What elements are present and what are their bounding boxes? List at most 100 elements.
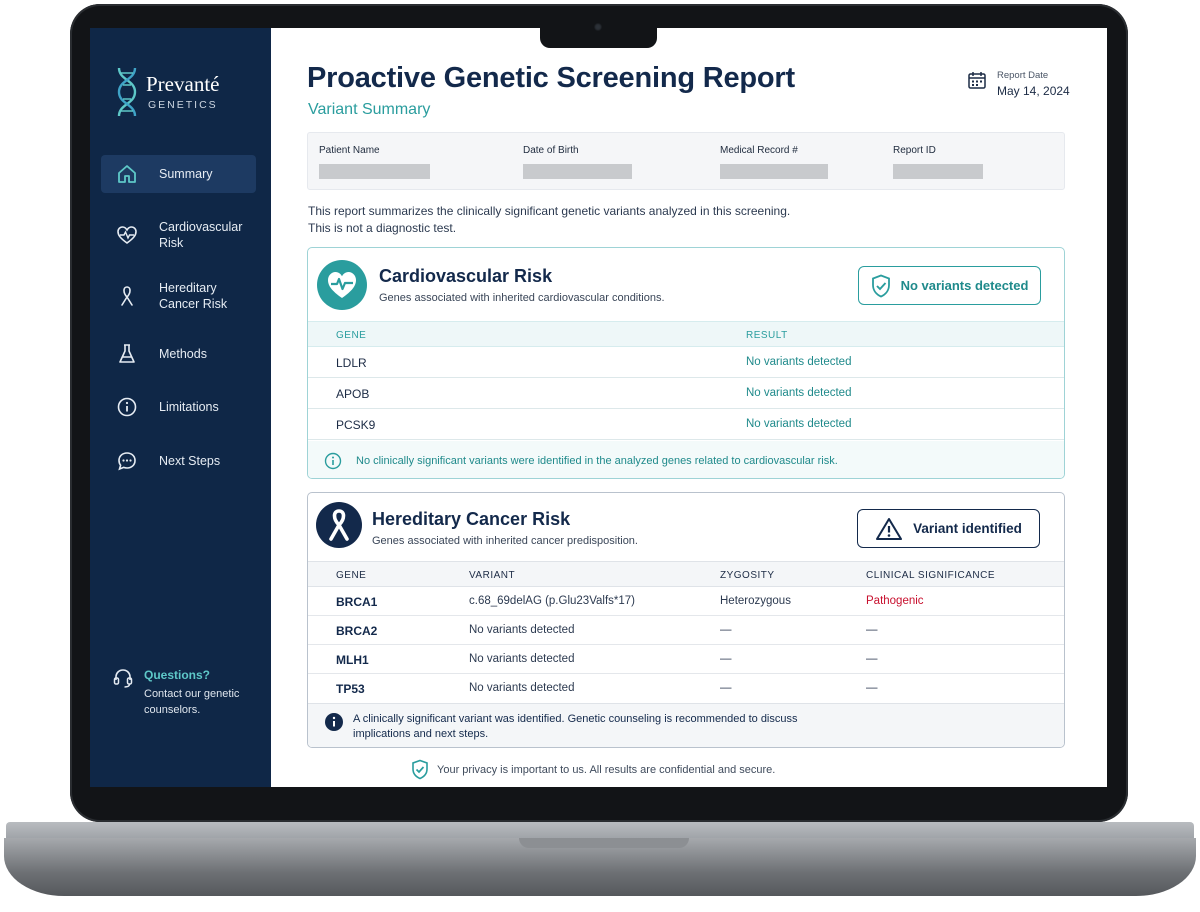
gene-name: LDLR <box>336 356 367 370</box>
cardiovascular-status-badge: No variants detected <box>858 266 1041 305</box>
gene-name: PCSK9 <box>336 418 376 432</box>
gene-name: MLH1 <box>336 653 369 667</box>
report-date-value: May 14, 2024 <box>997 84 1070 98</box>
column-header-clinical-significance: CLINICAL SIGNIFICANCE <box>866 570 996 581</box>
gene-result: No variants detected <box>746 387 852 399</box>
report-id-field: Report ID <box>893 145 983 179</box>
clinical-significance-value: — <box>866 653 878 665</box>
screen: Prevanté GENETICS Summary Cardiovascular… <box>90 28 1107 787</box>
patient-name-label: Patient Name <box>319 145 380 156</box>
sidebar: Prevanté GENETICS Summary Cardiovascular… <box>90 28 271 787</box>
hereditary-cancer-table-header: GENE VARIANT ZYGOSITY CLINICAL SIGNIFICA… <box>308 561 1064 587</box>
medical-record-label: Medical Record # <box>720 145 798 156</box>
sidebar-item-next-steps[interactable]: Next Steps <box>101 448 256 474</box>
medical-record-field: Medical Record # <box>720 145 828 179</box>
awareness-ribbon-icon <box>316 502 362 548</box>
sidebar-item-summary[interactable]: Summary <box>101 155 256 193</box>
privacy-notice: Your privacy is important to us. All res… <box>411 759 775 780</box>
heart-monitor-icon <box>317 260 367 310</box>
hereditary-cancer-status-badge: Variant identified <box>857 509 1040 548</box>
redacted-value <box>523 164 632 179</box>
cardiovascular-subtitle: Genes associated with inherited cardiova… <box>379 292 665 304</box>
patient-info: Patient Name Date of Birth Medical Recor… <box>307 132 1065 190</box>
sidebar-item-cardiovascular-risk[interactable]: Cardiovascular Risk <box>101 216 256 254</box>
sidebar-item-label: Methods <box>159 347 207 361</box>
report-date: Report Date May 14, 2024 <box>967 68 1077 100</box>
table-row: TP53 No variants detected — — <box>308 674 1064 703</box>
camera-icon <box>594 23 602 31</box>
patient-name-field: Patient Name <box>319 145 430 179</box>
chat-icon <box>115 449 139 473</box>
table-row: MLH1 No variants detected — — <box>308 645 1064 674</box>
date-of-birth-label: Date of Birth <box>523 145 579 156</box>
clinical-significance-value: Pathogenic <box>866 595 924 607</box>
variant-value: No variants detected <box>469 624 575 636</box>
gene-result: No variants detected <box>746 356 852 368</box>
home-icon <box>115 162 139 186</box>
zygosity-value: — <box>720 624 732 636</box>
shield-check-icon <box>871 274 890 297</box>
redacted-value <box>720 164 828 179</box>
column-header-result: RESULT <box>746 330 788 341</box>
ribbon-icon <box>115 284 139 308</box>
sidebar-item-methods[interactable]: Methods <box>101 341 256 367</box>
intro-text: This report summarizes the clinically si… <box>308 203 790 237</box>
logo-name: Prevanté <box>146 72 220 96</box>
laptop-opening-notch <box>519 838 689 848</box>
shield-check-icon <box>412 759 428 780</box>
date-of-birth-field: Date of Birth <box>523 145 632 179</box>
flask-icon <box>115 342 139 366</box>
column-header-gene: GENE <box>336 330 367 341</box>
redacted-value <box>893 164 983 179</box>
cardiovascular-note: No clinically significant variants were … <box>308 441 1064 478</box>
sidebar-item-hereditary-cancer-risk[interactable]: Hereditary Cancer Risk <box>101 277 256 315</box>
clinical-significance-value: — <box>866 682 878 694</box>
zygosity-value: — <box>720 653 732 665</box>
table-row: BRCA2 No variants detected — — <box>308 616 1064 645</box>
headset-icon <box>113 669 133 688</box>
gene-name: BRCA2 <box>336 624 378 638</box>
table-row: LDLR No variants detected <box>308 347 1064 378</box>
info-icon <box>325 713 343 731</box>
table-row: APOB No variants detected <box>308 378 1064 409</box>
clinical-significance-value: — <box>866 624 878 636</box>
table-row: BRCA1 c.68_69delAG (p.Glu23Valfs*17) Het… <box>308 587 1064 616</box>
variant-value: No variants detected <box>469 653 575 665</box>
column-header-zygosity: ZYGOSITY <box>720 570 775 581</box>
help-text[interactable]: Contact our genetic counselors. <box>144 686 254 718</box>
heart-pulse-icon <box>115 223 139 247</box>
laptop-base <box>4 838 1196 896</box>
report-date-label: Report Date <box>997 70 1049 81</box>
hereditary-cancer-note: A clinically significant variant was ide… <box>308 703 1064 747</box>
dna-logo-icon <box>117 67 137 117</box>
calendar-icon <box>968 72 986 89</box>
cardiovascular-note-text: No clinically significant variants were … <box>356 454 838 467</box>
zygosity-value: Heterozygous <box>720 595 791 607</box>
intro-line-1: This report summarizes the clinically si… <box>308 204 791 218</box>
intro-line-2: This is not a diagnostic test. <box>308 221 457 235</box>
page-subtitle: Variant Summary <box>308 101 431 118</box>
warning-icon <box>876 517 903 540</box>
variant-value: c.68_69delAG (p.Glu23Valfs*17) <box>469 595 635 607</box>
logo-subtitle: GENETICS <box>148 99 218 111</box>
hereditary-cancer-note-text: A clinically significant variant was ide… <box>353 713 798 740</box>
cardiovascular-table-header: GENE RESULT <box>308 321 1064 347</box>
sidebar-item-label: Limitations <box>159 400 219 414</box>
hereditary-cancer-subtitle: Genes associated with inherited cancer p… <box>372 535 638 547</box>
cardiovascular-status-text: No variants detected <box>900 278 1029 293</box>
sidebar-item-limitations[interactable]: Limitations <box>101 394 256 420</box>
sidebar-item-label: Next Steps <box>159 454 221 468</box>
help-title: Questions? <box>144 668 211 682</box>
column-header-variant: VARIANT <box>469 570 516 581</box>
sidebar-item-label: Summary <box>159 167 213 181</box>
info-icon <box>324 452 342 469</box>
sidebar-item-label: Cardiovascular Risk <box>159 220 243 250</box>
report-id-label: Report ID <box>893 145 936 156</box>
redacted-value <box>319 164 430 179</box>
gene-name: TP53 <box>336 682 365 696</box>
camera-notch <box>540 23 657 48</box>
hereditary-cancer-risk-card: Hereditary Cancer Risk Genes associated … <box>307 492 1065 748</box>
gene-name: APOB <box>336 387 370 401</box>
privacy-text: Your privacy is important to us. All res… <box>437 763 776 776</box>
column-header-gene: GENE <box>336 570 367 581</box>
